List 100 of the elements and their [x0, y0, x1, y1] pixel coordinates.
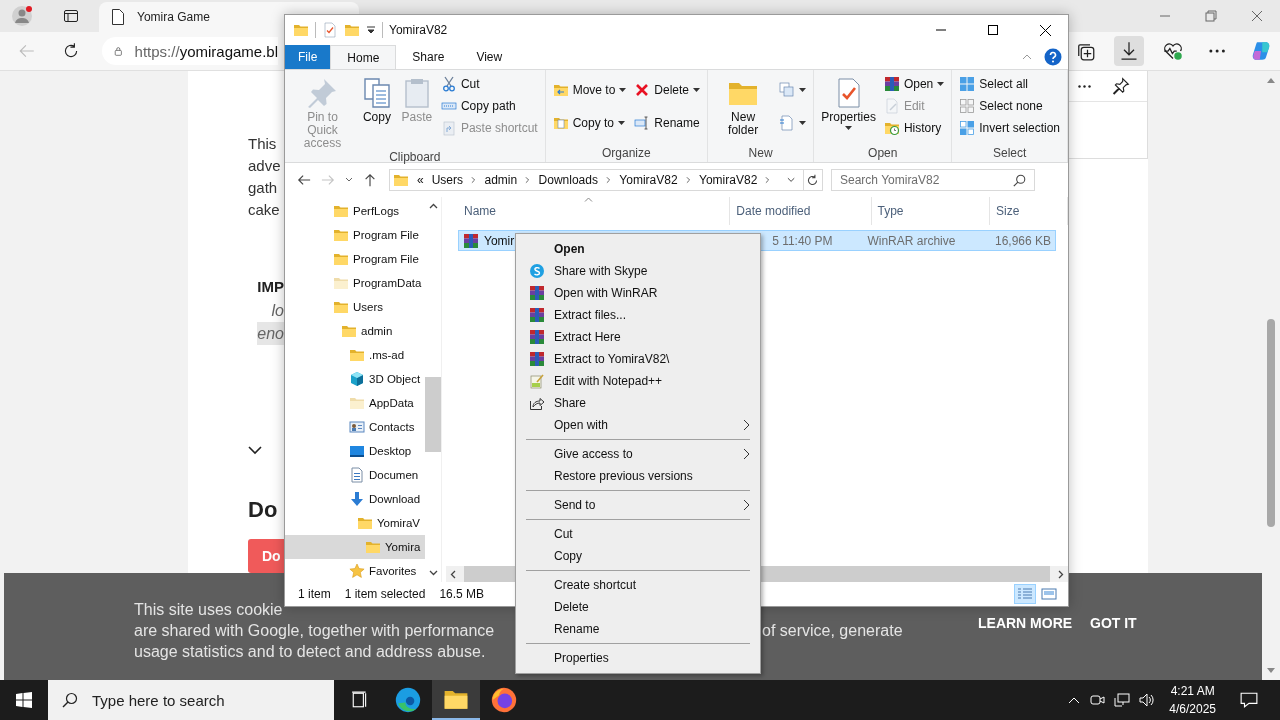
scroll-thumb[interactable] [425, 377, 441, 452]
tree-item[interactable]: PerfLogs [285, 199, 425, 223]
menu-item[interactable]: Open with WinRAR [518, 282, 758, 304]
scroll-thumb[interactable] [1267, 319, 1275, 527]
scroll-up-icon[interactable] [428, 203, 438, 209]
ribbon-tab[interactable]: View [460, 45, 519, 69]
tree-item[interactable]: ProgramData [285, 271, 425, 295]
ribbon-tab[interactable]: Share [396, 45, 461, 69]
got-it-button[interactable]: GOT IT [1090, 615, 1137, 631]
ribbon-button[interactable]: Delete [631, 78, 704, 101]
profile-avatar[interactable] [11, 5, 33, 27]
ribbon-button[interactable]: Cut [437, 73, 541, 95]
menu-item[interactable]: Rename [518, 618, 758, 640]
breadcrumb[interactable]: YomiraV82 [619, 173, 678, 187]
learn-more-link[interactable]: LEARN MORE [978, 615, 1073, 631]
tree-item[interactable]: Desktop [285, 439, 425, 463]
recent-caret-icon[interactable] [345, 177, 353, 183]
help-icon[interactable] [1044, 48, 1062, 66]
tree-item[interactable]: .ms-ad [285, 343, 425, 367]
chevron-down-icon[interactable] [248, 445, 262, 455]
tree-item[interactable]: Program File [285, 247, 425, 271]
ribbon-tab[interactable]: Home [330, 45, 397, 69]
ribbon-button[interactable]: History [880, 117, 948, 139]
restore-icon[interactable] [1205, 10, 1217, 22]
chevron-right-icon[interactable] [525, 176, 531, 184]
menu-item[interactable]: Share [518, 392, 758, 414]
breadcrumb[interactable]: Users [431, 173, 464, 187]
address-bar[interactable]: « Users admin Downloads YomiraV82 YomiraV82 [389, 169, 823, 191]
ribbon-button[interactable]: Move to [549, 78, 630, 101]
ribbon-tab[interactable]: File [285, 45, 331, 69]
column-header[interactable]: Date modified [730, 197, 872, 225]
breadcrumb[interactable]: Downloads [538, 173, 598, 187]
address-bar[interactable]: https://yomiragame.bl [102, 37, 278, 65]
menu-item[interactable]: Properties [518, 647, 758, 669]
tree-item[interactable]: Download [285, 487, 425, 511]
scroll-down-icon[interactable] [428, 570, 438, 576]
column-header[interactable]: Size [990, 197, 1068, 225]
ribbon-button[interactable]: New folder [712, 73, 775, 137]
tree-item[interactable]: Documen [285, 463, 425, 487]
breadcrumb[interactable]: YomiraV82 [699, 173, 758, 187]
menu-item[interactable]: Copy [518, 545, 758, 567]
ribbon-button[interactable]: Copy to [549, 112, 630, 135]
menu-item[interactable]: Extract Here [518, 326, 758, 348]
menu-item[interactable]: Extract to YomiraV82\ [518, 348, 758, 370]
menu-item[interactable]: Extract files... [518, 304, 758, 326]
ribbon-button[interactable]: Properties [818, 73, 879, 130]
collapse-ribbon-icon[interactable] [1022, 53, 1032, 61]
properties-icon[interactable] [322, 22, 338, 38]
menu-item[interactable]: Open with [518, 414, 758, 436]
up-icon[interactable] [363, 173, 377, 187]
tree-item[interactable]: Favorites [285, 559, 425, 583]
taskbar-app[interactable] [432, 680, 480, 720]
chevron-right-icon[interactable] [605, 176, 612, 184]
close-icon[interactable] [1251, 10, 1263, 22]
chevron-right-icon[interactable] [685, 176, 692, 184]
column-header[interactable]: Type [871, 197, 990, 225]
customize-caret-icon[interactable] [366, 25, 376, 35]
ribbon-button[interactable]: Invert selection [956, 117, 1063, 139]
ribbon-button[interactable]: Copy path [437, 95, 541, 117]
menu-item[interactable]: Give access to [518, 443, 758, 465]
menu-item[interactable]: Edit with Notepad++ [518, 370, 758, 392]
overflow-crumb[interactable]: « [417, 173, 424, 187]
menu-item[interactable]: Delete [518, 596, 758, 618]
menu-item[interactable]: Create shortcut [518, 574, 758, 596]
taskbar-search-field[interactable]: Type here to search [48, 680, 334, 720]
ribbon-button[interactable]: Open [880, 73, 948, 95]
tree-item[interactable]: Yomira [285, 535, 425, 559]
tree-item[interactable]: Program File [285, 223, 425, 247]
pin-icon[interactable] [1112, 77, 1131, 95]
tab-actions-icon[interactable] [63, 8, 79, 24]
dropdown-caret-icon[interactable] [786, 177, 795, 183]
chevron-right-icon[interactable] [471, 176, 477, 184]
menu-item[interactable]: Restore previous versions [518, 465, 758, 487]
tree-item[interactable]: 3D Object [285, 367, 425, 391]
chevron-up-icon[interactable] [1068, 696, 1081, 704]
clock[interactable]: 4:21 AM 4/6/2025 [1169, 682, 1216, 718]
volume-icon[interactable] [1139, 692, 1156, 708]
back-icon[interactable] [297, 173, 311, 187]
refresh-icon[interactable] [62, 42, 80, 60]
menu-item[interactable]: Send to [518, 494, 758, 516]
menu-item[interactable]: Share with Skype [518, 260, 758, 282]
toolbar-button[interactable] [1114, 36, 1144, 66]
breadcrumb[interactable]: admin [484, 173, 518, 187]
notifications-icon[interactable] [1240, 691, 1258, 709]
scroll-right-icon[interactable] [1058, 569, 1064, 579]
tree-item[interactable]: admin [285, 319, 425, 343]
network-icon[interactable] [1114, 692, 1131, 708]
search-field[interactable]: Search YomiraV82 [831, 169, 1035, 191]
menu-item[interactable]: Cut [518, 523, 758, 545]
column-header[interactable]: Name [458, 197, 731, 225]
scroll-left-icon[interactable] [450, 569, 456, 579]
ribbon-button[interactable]: Select none [956, 95, 1063, 117]
ribbon-button[interactable]: Select all [956, 73, 1063, 95]
more-icon[interactable] [1077, 84, 1091, 88]
tree-item[interactable]: Contacts [285, 415, 425, 439]
camera-icon[interactable] [1089, 692, 1106, 708]
tree-item[interactable]: Users [285, 295, 425, 319]
ribbon-button[interactable]: Copy [357, 73, 396, 124]
tree-item[interactable]: AppData [285, 391, 425, 415]
tree-item[interactable]: YomiraV [285, 511, 425, 535]
